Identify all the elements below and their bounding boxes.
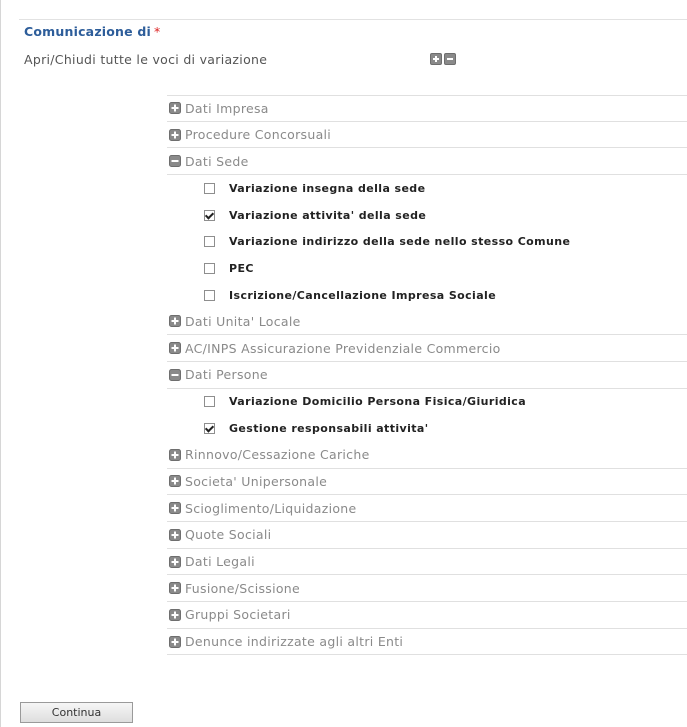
expand-collapse-all-controls [430,53,456,65]
variation-checkbox[interactable] [204,209,215,221]
variation-option-label: PEC [229,261,254,275]
section-row[interactable]: Dati Impresa [167,95,687,122]
expand-plus-icon[interactable] [169,635,181,648]
expand-plus-icon[interactable] [169,102,181,115]
section-label[interactable]: Societa' Unipersonale [185,474,327,489]
section-row[interactable]: Scioglimento/Liquidazione [167,495,687,522]
section-label[interactable]: Dati Sede [185,154,249,169]
page-title: Comunicazione di * [24,24,160,39]
top-divider [19,19,687,20]
page-title-text: Comunicazione di [24,24,152,39]
variation-option-label: Variazione indirizzo della sede nello st… [229,235,571,249]
section-label[interactable]: AC/INPS Assicurazione Previdenziale Comm… [185,341,501,356]
required-marker: * [154,24,161,39]
expand-plus-icon[interactable] [169,582,181,595]
collapse-all-button[interactable] [444,53,456,65]
section-label[interactable]: Dati Impresa [185,101,269,116]
variation-checkbox[interactable] [204,396,215,408]
expand-plus-icon[interactable] [169,502,181,515]
variation-checkbox[interactable] [204,262,215,274]
expand-all-button[interactable] [430,53,442,65]
variation-option: Variazione Domicilio Persona Fisica/Giur… [167,389,687,416]
section-label[interactable]: Scioglimento/Liquidazione [185,501,357,516]
section-row[interactable]: Dati Persone [167,362,687,389]
plus-icon-vertical [435,56,437,62]
variation-option-label: Variazione insegna della sede [229,181,426,195]
section-row[interactable]: Denunce indirizzate agli altri Enti [167,629,687,656]
section-label[interactable]: Dati Persone [185,367,268,382]
section-label[interactable]: Rinnovo/Cessazione Cariche [185,447,370,462]
section-row[interactable]: Procedure Concorsuali [167,122,687,149]
section-label[interactable]: Dati Legali [185,554,255,569]
section-row[interactable]: Societa' Unipersonale [167,469,687,496]
expand-plus-icon[interactable] [169,555,181,568]
variation-option: PEC [167,255,687,282]
section-label[interactable]: Quote Sociali [185,527,271,542]
variation-option: Variazione attivita' della sede [167,202,687,229]
expand-collapse-all-label: Apri/Chiudi tutte le voci di variazione [24,52,268,67]
section-row[interactable]: Rinnovo/Cessazione Cariche [167,442,687,469]
section-label[interactable]: Procedure Concorsuali [185,127,331,142]
variation-option: Variazione insegna della sede [167,175,687,202]
variation-option: Iscrizione/Cancellazione Impresa Sociale [167,282,687,309]
expand-plus-icon[interactable] [169,475,181,488]
variation-checkbox[interactable] [204,182,215,194]
section-row[interactable]: Quote Sociali [167,522,687,549]
section-label[interactable]: Dati Unita' Locale [185,314,301,329]
section-label[interactable]: Fusione/Scissione [185,581,300,596]
variation-option-label: Variazione attivita' della sede [229,208,427,222]
section-row[interactable]: Dati Legali [167,549,687,576]
variation-checkbox[interactable] [204,289,215,301]
expand-plus-icon[interactable] [169,448,181,461]
expand-plus-icon[interactable] [169,315,181,328]
expand-plus-icon[interactable] [169,608,181,621]
variation-option-label: Variazione Domicilio Persona Fisica/Giur… [229,395,527,409]
variation-option-label: Gestione responsabili attivita' [229,422,429,436]
section-row[interactable]: Fusione/Scissione [167,575,687,603]
variation-checkbox[interactable] [204,423,215,435]
variation-option-label: Iscrizione/Cancellazione Impresa Sociale [229,288,497,302]
continue-button[interactable]: Continua [20,702,133,723]
frame-border [0,0,1,727]
section-label[interactable]: Gruppi Societari [185,607,291,622]
collapse-minus-icon[interactable] [169,155,181,168]
collapse-minus-icon[interactable] [169,368,181,381]
variation-checkbox[interactable] [204,236,215,248]
minus-icon [447,58,453,60]
variation-tree: Dati Impresa Procedure Concorsuali Dati Se… [167,95,687,656]
section-row[interactable]: Dati Unita' Locale [167,309,687,336]
variation-option: Variazione indirizzo della sede nello st… [167,228,687,255]
expand-plus-icon[interactable] [169,342,181,355]
section-row[interactable]: Dati Sede [167,148,687,176]
section-label[interactable]: Denunce indirizzate agli altri Enti [185,634,403,649]
section-row[interactable]: AC/INPS Assicurazione Previdenziale Comm… [167,335,687,362]
section-row[interactable]: Gruppi Societari [167,602,687,629]
expand-plus-icon[interactable] [169,528,181,541]
expand-plus-icon[interactable] [169,128,181,141]
variation-option: Gestione responsabili attivita' [167,415,687,442]
